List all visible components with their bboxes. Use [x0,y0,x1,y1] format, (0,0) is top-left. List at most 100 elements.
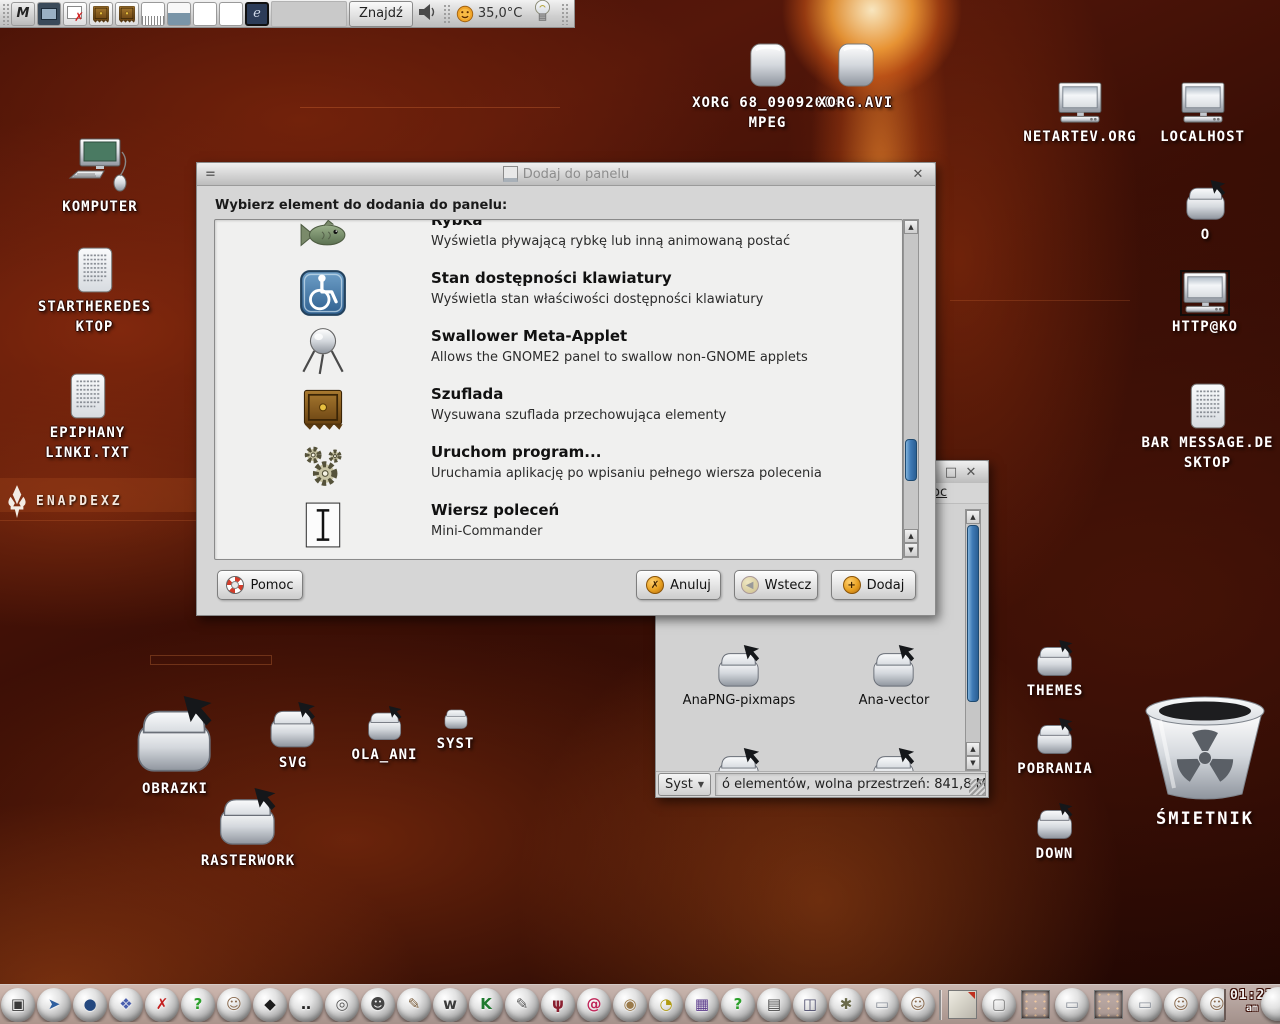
launcher-photo[interactable]: ☻ [361,988,395,1022]
scroll-up-button[interactable]: ▲ [904,220,918,234]
launcher-abiword[interactable]: w [433,988,467,1022]
maximize-icon[interactable]: □ [942,465,960,480]
launcher-media-player[interactable]: ◫ [793,988,827,1022]
launcher-debian[interactable]: @ [577,988,611,1022]
list-item-accessibility[interactable]: Stan dostępności klawiatury Wyświetla st… [215,264,902,322]
launcher-gimp-3[interactable]: ☺ [1164,988,1198,1022]
launcher-document-preview[interactable]: ◎ [325,988,359,1022]
applet-list[interactable]: Rybka Wyświetla pływającą rybkę lub inną… [214,219,903,560]
launcher-blue-creature[interactable]: ❖ [109,988,143,1022]
desktop-icon-syst[interactable]: SYST [428,704,483,754]
list-item-swallower[interactable]: Swallower Meta-Applet Allows the GNOME2 … [215,322,902,380]
launcher-kate[interactable]: K [469,988,503,1022]
list-item-rybka[interactable]: Rybka Wyświetla pływającą rybkę lub inną… [215,219,902,264]
back-button[interactable]: ◀ Wstecz [734,570,818,600]
help-button[interactable]: Pomoc [217,570,303,600]
lightbulb-icon[interactable] [534,0,551,29]
launcher-journal[interactable]: ✎ [397,988,431,1022]
scrollbar-thumb[interactable] [967,525,979,702]
kill-window-icon[interactable]: ✗ [63,2,87,26]
launcher-folder-2[interactable]: ▭ [1055,988,1089,1022]
launcher-help[interactable]: ? [181,988,215,1022]
desktop-icon-komputer[interactable]: KOMPUTER [40,138,160,217]
close-icon[interactable]: ✕ [909,167,927,182]
launcher-globe[interactable]: ● [73,988,107,1022]
launcher-folder-3[interactable]: ▭ [1128,988,1162,1022]
desktop-icon-obrazki[interactable]: OBRAZKI [120,696,230,799]
epiphany-icon[interactable]: e [245,2,269,26]
file-label[interactable]: Ana-vector [824,693,964,708]
dialog-scrollbar[interactable]: ▲ ▲ ▼ [903,219,919,558]
desktop-icon-down[interactable]: DOWN [1012,803,1097,864]
scroll-up-button[interactable]: ▲ [966,742,980,756]
desktop-icon-smietnik[interactable]: ŚMIETNIK [1135,692,1275,832]
launcher-gimp-4[interactable]: ☺ [1200,988,1225,1022]
cancel-button[interactable]: ✗ Anuluj [636,570,721,600]
applet-handle[interactable] [443,4,450,24]
desktop-icon-netartev[interactable]: NETARTEV.ORG [1015,82,1145,147]
blank-icon[interactable] [219,2,243,26]
weather-applet[interactable]: 35,0°C [452,5,527,23]
folder-icon[interactable] [871,644,917,690]
launcher-web-browser[interactable]: ➤ [37,988,71,1022]
resize-grip[interactable] [969,779,985,795]
drawer-icon[interactable] [89,2,113,26]
desktop-icon-ola-ani[interactable]: OLA_ANI [342,706,427,765]
launcher-picture-frame[interactable]: ▣ [1,988,35,1022]
desktop-icon-enapdexz[interactable]: ENAPDEXZ [6,484,123,518]
panel-handle[interactable] [561,3,568,25]
folder-icon[interactable] [871,747,917,771]
split-panel-icon[interactable] [167,2,191,26]
desktop-icon-xorg-avi[interactable]: XORG.AVI [808,40,903,113]
launcher-eyes[interactable]: ‥ [289,988,323,1022]
scroll-down-button[interactable]: ▼ [904,543,918,557]
launcher-movie-cd[interactable]: ▦ [685,988,719,1022]
launcher-whiteboard[interactable]: ▢ [982,988,1016,1022]
speaker-icon[interactable] [418,4,438,24]
desktop-icon-localhost[interactable]: LOCALHOST [1140,82,1265,147]
scroll-up-button[interactable]: ▲ [966,510,980,524]
launcher-inkscape[interactable]: ◆ [253,988,287,1022]
launcher-help-2[interactable]: ? [721,988,755,1022]
scrollbar-thumb[interactable] [905,439,917,481]
launcher-roast-cd[interactable]: ◔ [649,988,683,1022]
close-icon[interactable]: ✕ [962,465,980,480]
striped-doc-icon[interactable] [141,2,165,26]
launcher-calculator[interactable]: ▤ [757,988,791,1022]
dialog-titlebar[interactable]: = Dodaj do panelu ✕ [197,163,935,186]
launcher-planet[interactable]: ◉ [613,988,647,1022]
launcher-gimp-2[interactable]: ☺ [901,988,935,1022]
blank-icon[interactable] [193,2,217,26]
launcher-gears[interactable]: ✱ [829,988,863,1022]
desktop-icon-bar-desktop[interactable]: BAR MESSAGE.DE SKTOP [1135,382,1280,474]
launcher-screenshot-2[interactable] [1094,990,1123,1019]
list-item-wiersz-polecen[interactable]: Wiersz poleceń Mini-Commander [215,496,902,554]
desktop-icon-svg[interactable]: SVG [263,702,323,773]
list-item-szuflada[interactable]: Szuflada Wysuwana szuflada przechowująca… [215,380,902,438]
fm-scrollbar[interactable]: ▲ ▲ ▼ [965,509,981,771]
file-label[interactable]: AnaPNG-pixmaps [669,693,809,708]
desktop-icon-o[interactable]: O [1178,180,1233,245]
desktop-icon-rasterwork[interactable]: RASTERWORK [178,788,318,871]
scroll-down-button[interactable]: ▼ [966,756,980,770]
add-to-panel-dialog[interactable]: = Dodaj do panelu ✕ Wybierz element do d… [196,162,936,616]
desktop-icon-epiphany-linki[interactable]: EPIPHANY LINKI.TXT [25,372,150,464]
launcher-lyx[interactable]: ψ [541,988,575,1022]
folder-icon[interactable] [716,747,762,771]
desktop-icon-httpko[interactable]: HTTP@KO [1160,272,1250,337]
launcher-folder-1[interactable]: ▭ [865,988,899,1022]
folder-icon[interactable] [716,644,762,690]
add-button[interactable]: + Dodaj [831,570,916,600]
launcher-dx-tool[interactable]: ✗ [145,988,179,1022]
panel-handle[interactable] [2,3,9,25]
list-item-uruchom[interactable]: Uruchom program... Uruchamia aplikację p… [215,438,902,496]
desktop-icon-themes[interactable]: THEMES [1010,640,1100,701]
drawer-icon[interactable] [115,2,139,26]
launcher-screenshot-1[interactable] [1021,990,1050,1019]
m-logo-icon[interactable]: M [11,2,35,26]
find-button[interactable]: Znajdź [349,1,413,27]
desktop-icon-starthere[interactable]: STARTHEREDES KTOP [22,246,167,338]
desktop-icon-pobrania[interactable]: POBRANIA [1005,718,1105,779]
fm-location-combo[interactable]: Syst ▼ [658,773,711,796]
screen-icon[interactable] [37,2,61,26]
